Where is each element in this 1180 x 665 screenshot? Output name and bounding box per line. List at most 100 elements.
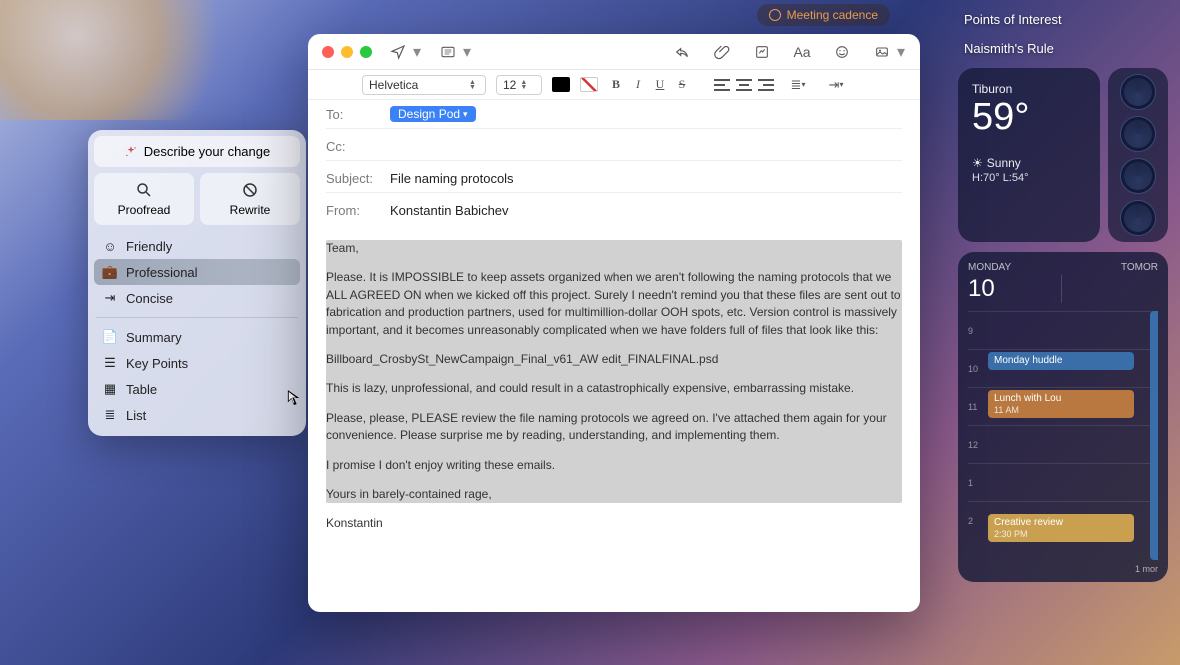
format-bar: Helvetica ▲▼ 12 ▲▼ B I U S ≣ ▾ ⇥ ▾ (308, 70, 920, 100)
mail-headers: To: Design Pod▾ Cc: Subject: File naming… (308, 100, 920, 234)
list-fields-icon (440, 44, 456, 60)
calendar-more-label: 1 mor (968, 564, 1158, 574)
menu-separator (96, 317, 298, 318)
collapse-icon: ⇥ (102, 290, 118, 306)
tone-friendly[interactable]: ☺Friendly (94, 233, 300, 259)
text-style-group: B I U S (608, 77, 690, 92)
world-clocks-widget[interactable] (1108, 68, 1168, 242)
clock-face-icon (1120, 158, 1156, 194)
attach-button[interactable] (708, 39, 736, 65)
calendar-day-labels: MONDAY TOMOR (968, 262, 1158, 273)
format-keypoints[interactable]: ☰Key Points (94, 350, 300, 376)
tone-professional[interactable]: 💼Professional (94, 259, 300, 285)
format-summary[interactable]: 📄Summary (94, 324, 300, 350)
send-button[interactable] (384, 39, 412, 65)
aa-icon: Aa (793, 44, 810, 60)
reminder-label: Meeting cadence (787, 8, 878, 22)
calendar-divider (1061, 275, 1062, 303)
send-options-chevron[interactable]: ▾ (412, 39, 422, 65)
photo-browser-button[interactable] (868, 39, 896, 65)
align-left-button[interactable] (714, 79, 730, 91)
widget-row-weather-clocks: Tiburon 59° ☀ Sunny H:70° L:54° (958, 68, 1168, 242)
format-button[interactable]: Aa (788, 39, 816, 65)
reply-arrow-icon (674, 44, 690, 60)
markup-icon (754, 44, 770, 60)
header-fields-button[interactable] (434, 39, 462, 65)
clock-face-icon (1120, 74, 1156, 110)
weather-condition: ☀ Sunny (972, 156, 1086, 170)
describe-change-button[interactable]: Describe your change (94, 136, 300, 167)
to-recipient-token[interactable]: Design Pod▾ (390, 106, 476, 122)
header-fields-chevron[interactable]: ▾ (462, 39, 472, 65)
calendar-event[interactable]: Lunch with Lou11 AM (988, 390, 1134, 418)
calendar-event[interactable]: Monday huddle (988, 352, 1134, 370)
font-size-select[interactable]: 12 ▲▼ (496, 75, 542, 95)
calendar-widget[interactable]: MONDAY TOMOR 10 9 10 Monday huddle 11 Lu… (958, 252, 1168, 582)
desktop-background-texture (0, 0, 260, 120)
bullets-icon: ☰ (102, 355, 118, 371)
desktop-link-naismith[interactable]: Naismith's Rule (958, 39, 1168, 58)
photo-chevron[interactable]: ▾ (896, 39, 906, 65)
desktop-link-poi[interactable]: Points of Interest (958, 10, 1168, 29)
indent-button[interactable]: ⇥ ▾ (822, 72, 850, 98)
from-value: Konstantin Babichev (390, 203, 509, 218)
italic-button[interactable]: I (630, 77, 646, 92)
bg-color-swatch[interactable] (580, 77, 598, 92)
list-style-button[interactable]: ≣ ▾ (784, 72, 812, 98)
calendar-event[interactable]: Creative review2:30 PM (988, 514, 1134, 542)
emoji-button[interactable] (828, 39, 856, 65)
tone-concise[interactable]: ⇥Concise (94, 285, 300, 311)
minimize-window-button[interactable] (341, 46, 353, 58)
calendar-today-number: 10 (968, 275, 995, 303)
describe-change-label: Describe your change (144, 144, 270, 159)
subject-value: File naming protocols (390, 171, 514, 186)
text-color-swatch[interactable] (552, 77, 570, 92)
paperclip-icon (714, 44, 730, 60)
from-row[interactable]: From: Konstantin Babichev (326, 203, 902, 224)
briefcase-icon: 💼 (102, 264, 118, 280)
sparkle-icon (124, 145, 138, 159)
format-table[interactable]: ▦Table (94, 376, 300, 402)
mail-titlebar: ▾ ▾ Aa ▾ (308, 34, 920, 70)
format-list[interactable]: ≣List (94, 402, 300, 428)
align-center-button[interactable] (736, 79, 752, 91)
writing-tools-popover: Describe your change Proofread Rewrite ☺… (88, 130, 306, 436)
weather-widget[interactable]: Tiburon 59° ☀ Sunny H:70° L:54° (958, 68, 1100, 242)
to-label: To: (326, 107, 382, 122)
window-traffic-lights (322, 46, 372, 58)
table-icon: ▦ (102, 381, 118, 397)
mail-compose-window: ▾ ▾ Aa ▾ Helvetica ▲▼ 12 ▲▼ B I (308, 34, 920, 612)
reminder-circle-icon (769, 9, 781, 21)
sun-icon: ☀ (972, 156, 983, 170)
calendar-event-trip[interactable]: Trip t (1150, 311, 1158, 560)
list-icon: ≣ (102, 407, 118, 423)
desktop-right-column: Points of Interest Naismith's Rule Tibur… (958, 10, 1168, 582)
cc-row[interactable]: Cc: (326, 139, 902, 161)
stepper-icon: ▲▼ (469, 78, 479, 92)
align-right-button[interactable] (758, 79, 774, 91)
underline-button[interactable]: U (652, 77, 668, 92)
smile-icon (834, 44, 850, 60)
rewrite-button[interactable]: Rewrite (200, 173, 300, 225)
reminder-pill-meeting-cadence[interactable]: Meeting cadence (757, 4, 890, 26)
strike-button[interactable]: S (674, 77, 690, 92)
weather-hilo: H:70° L:54° (972, 172, 1086, 184)
bold-button[interactable]: B (608, 77, 624, 92)
reply-button[interactable] (668, 39, 696, 65)
zoom-window-button[interactable] (360, 46, 372, 58)
paper-plane-icon (390, 44, 406, 60)
proofread-button[interactable]: Proofread (94, 173, 194, 225)
calendar-hour-grid: 9 10 Monday huddle 11 Lunch with Lou11 A… (968, 311, 1158, 560)
magnifier-icon (135, 181, 153, 199)
to-row[interactable]: To: Design Pod▾ (326, 106, 902, 129)
markup-button[interactable] (748, 39, 776, 65)
close-window-button[interactable] (322, 46, 334, 58)
clock-face-icon (1120, 200, 1156, 236)
smile-icon: ☺ (102, 238, 118, 254)
clock-face-icon (1120, 116, 1156, 152)
calendar-tomorrow-label: TOMOR (1121, 262, 1158, 273)
calendar-today-label: MONDAY (968, 262, 1011, 273)
font-family-select[interactable]: Helvetica ▲▼ (362, 75, 486, 95)
subject-row[interactable]: Subject: File naming protocols (326, 171, 902, 193)
mail-body[interactable]: Team, Please. It is IMPOSSIBLE to keep a… (308, 234, 920, 612)
